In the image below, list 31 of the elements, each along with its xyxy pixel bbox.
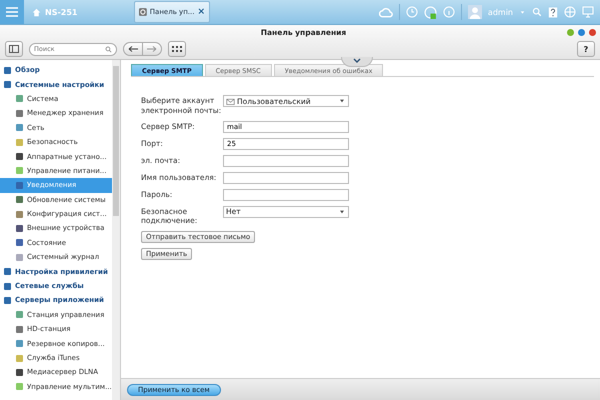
close-button[interactable]: × (197, 7, 205, 17)
grid-icon (172, 46, 182, 52)
info-icon (442, 6, 455, 18)
globe-icon (564, 6, 576, 18)
collapse-handle[interactable] (341, 57, 373, 67)
input-field[interactable] (223, 188, 349, 200)
cloud-icon (378, 5, 393, 19)
help-button[interactable]: ? (577, 41, 595, 57)
envelope-icon (226, 96, 235, 106)
caret-icon (338, 97, 346, 105)
left-arrow-icon (128, 46, 138, 52)
clock-icon (406, 6, 418, 18)
close-button[interactable] (589, 28, 596, 36)
grid-button[interactable] (168, 41, 186, 57)
home-icon (32, 8, 41, 16)
panel-icon (9, 45, 19, 53)
input-field[interactable] (223, 172, 349, 184)
minimize-button[interactable] (567, 28, 574, 36)
search-icon (532, 7, 542, 17)
maximize-button[interactable] (578, 28, 585, 36)
caret-icon (338, 208, 346, 216)
caret-icon (519, 8, 526, 16)
search-icon (105, 46, 112, 52)
input-field[interactable] (223, 154, 349, 166)
avatar-icon (468, 5, 482, 19)
help-icon (548, 6, 558, 18)
monitor-icon (582, 6, 594, 18)
menu-icon[interactable] (0, 0, 24, 24)
right-arrow-icon (147, 46, 157, 52)
scrollbar[interactable] (112, 60, 120, 400)
sidebar-toggle-button[interactable] (5, 41, 23, 57)
